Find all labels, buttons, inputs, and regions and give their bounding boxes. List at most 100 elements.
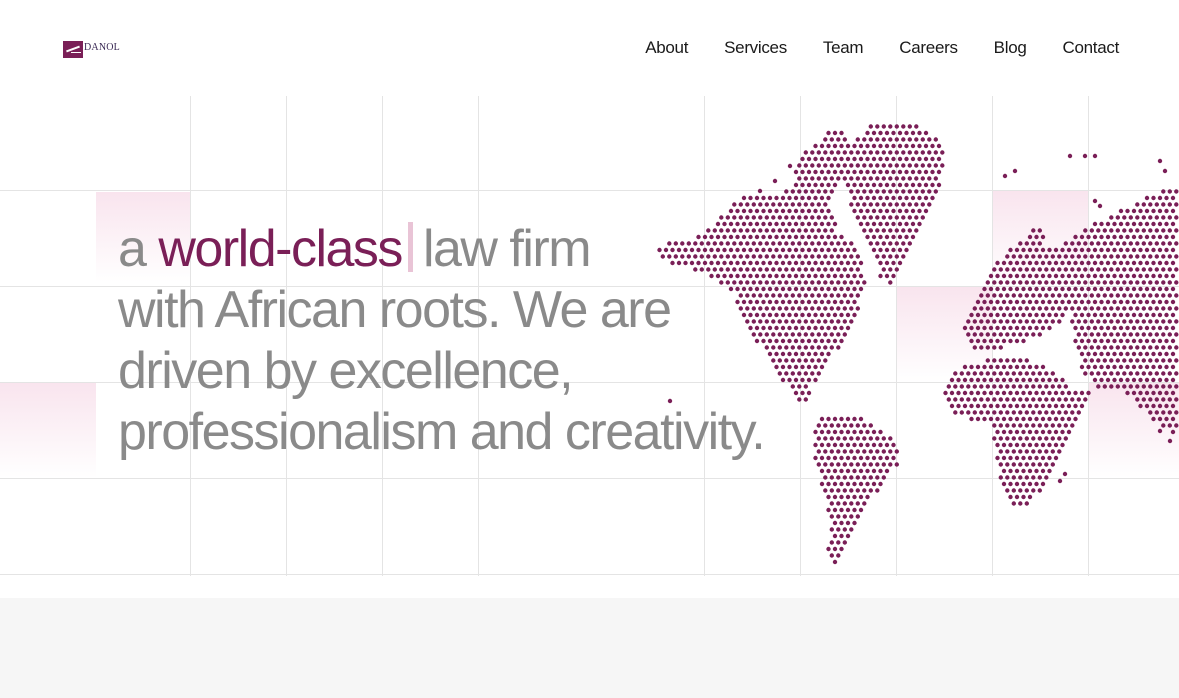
map-dot (832, 247, 838, 253)
map-dot (810, 267, 815, 272)
nav-team[interactable]: Team (823, 38, 864, 58)
map-dot (904, 182, 909, 188)
map-dot (1148, 280, 1153, 285)
map-dot (930, 169, 935, 175)
map-dot (1089, 267, 1095, 272)
map-dot (1083, 319, 1088, 324)
map-dot (1005, 384, 1010, 389)
map-dot (979, 397, 984, 402)
map-dot (845, 325, 851, 331)
nav-careers[interactable]: Careers (899, 38, 958, 58)
map-dot (1109, 384, 1114, 389)
map-dot (1063, 423, 1069, 428)
map-dot (819, 182, 825, 188)
map-dot (780, 351, 786, 357)
map-dot (1070, 423, 1075, 428)
map-dot (855, 475, 860, 480)
map-dot (748, 208, 753, 214)
map-dot (855, 254, 860, 259)
map-dot (871, 143, 877, 149)
map-dot (1024, 462, 1030, 467)
map-dot (985, 384, 990, 389)
map-dot (793, 390, 799, 396)
map-dot (1161, 345, 1166, 350)
map-dot (1096, 254, 1101, 259)
map-dot (1024, 254, 1030, 259)
map-dot (959, 397, 964, 402)
map-dot (868, 150, 873, 155)
map-dot (832, 507, 838, 513)
logo[interactable]: DANOL (63, 39, 123, 59)
map-dot (875, 124, 880, 129)
map-dot (845, 468, 851, 474)
map-dot (871, 247, 877, 253)
map-dot (881, 241, 886, 246)
map-dot (813, 312, 818, 318)
map-dot (862, 228, 867, 233)
map-dot (839, 169, 844, 175)
map-dot (816, 280, 821, 285)
map-dot (764, 280, 769, 285)
map-dot (940, 163, 945, 168)
map-dot (1161, 215, 1166, 220)
map-dot (780, 195, 786, 201)
map-dot (1047, 312, 1052, 318)
map-dot (1141, 319, 1147, 324)
map-dot (1024, 293, 1030, 298)
map-dot (1125, 325, 1130, 331)
map-dot (1024, 241, 1030, 246)
map-dot (813, 234, 818, 240)
map-dot (1040, 377, 1046, 383)
map-dot (894, 228, 899, 233)
map-dot (1024, 449, 1030, 454)
map-dot (871, 182, 877, 188)
map-dot (806, 208, 812, 214)
map-dot (1164, 325, 1169, 331)
nav-services[interactable]: Services (724, 38, 787, 58)
map-dot (1167, 397, 1173, 402)
map-dot (1001, 260, 1007, 266)
map-dot (1092, 338, 1098, 344)
map-dot (849, 527, 854, 532)
map-dot (1109, 241, 1114, 246)
map-dot (823, 319, 828, 324)
map-dot (897, 247, 903, 253)
map-dot (1170, 273, 1176, 279)
map-dot (1115, 306, 1121, 311)
map-dot (1118, 338, 1124, 344)
map-dot (1034, 377, 1039, 383)
map-dot (1063, 436, 1069, 441)
map-dot (1161, 202, 1166, 207)
map-dot (845, 286, 851, 292)
map-dot (1135, 345, 1140, 350)
map-dot (875, 189, 880, 194)
map-dot (1144, 208, 1150, 214)
map-dot (1011, 449, 1016, 454)
map-dot (907, 202, 912, 207)
map-dot (826, 143, 831, 149)
map-dot (1014, 416, 1020, 422)
map-dot (839, 429, 844, 435)
map-dot (1011, 267, 1016, 272)
map-dot (816, 215, 821, 220)
map-dot (1157, 338, 1163, 344)
map-dot (1157, 158, 1163, 164)
map-dot (800, 338, 805, 344)
map-dot (962, 403, 968, 409)
map-dot (1050, 462, 1056, 467)
map-dot (1053, 390, 1059, 396)
map-dot (793, 299, 799, 305)
map-dot (1040, 416, 1046, 422)
map-dot (878, 143, 883, 149)
map-dot (829, 319, 834, 324)
map-dot (855, 449, 860, 454)
map-dot (823, 293, 828, 298)
headline-line1-rest: law firm (422, 220, 592, 278)
map-dot (1037, 228, 1043, 233)
map-dot (888, 176, 893, 181)
nav-contact[interactable]: Contact (1063, 38, 1120, 58)
typing-cursor (407, 222, 413, 272)
nav-blog[interactable]: Blog (994, 38, 1027, 58)
nav-about[interactable]: About (645, 38, 688, 58)
map-dot (1001, 299, 1007, 305)
